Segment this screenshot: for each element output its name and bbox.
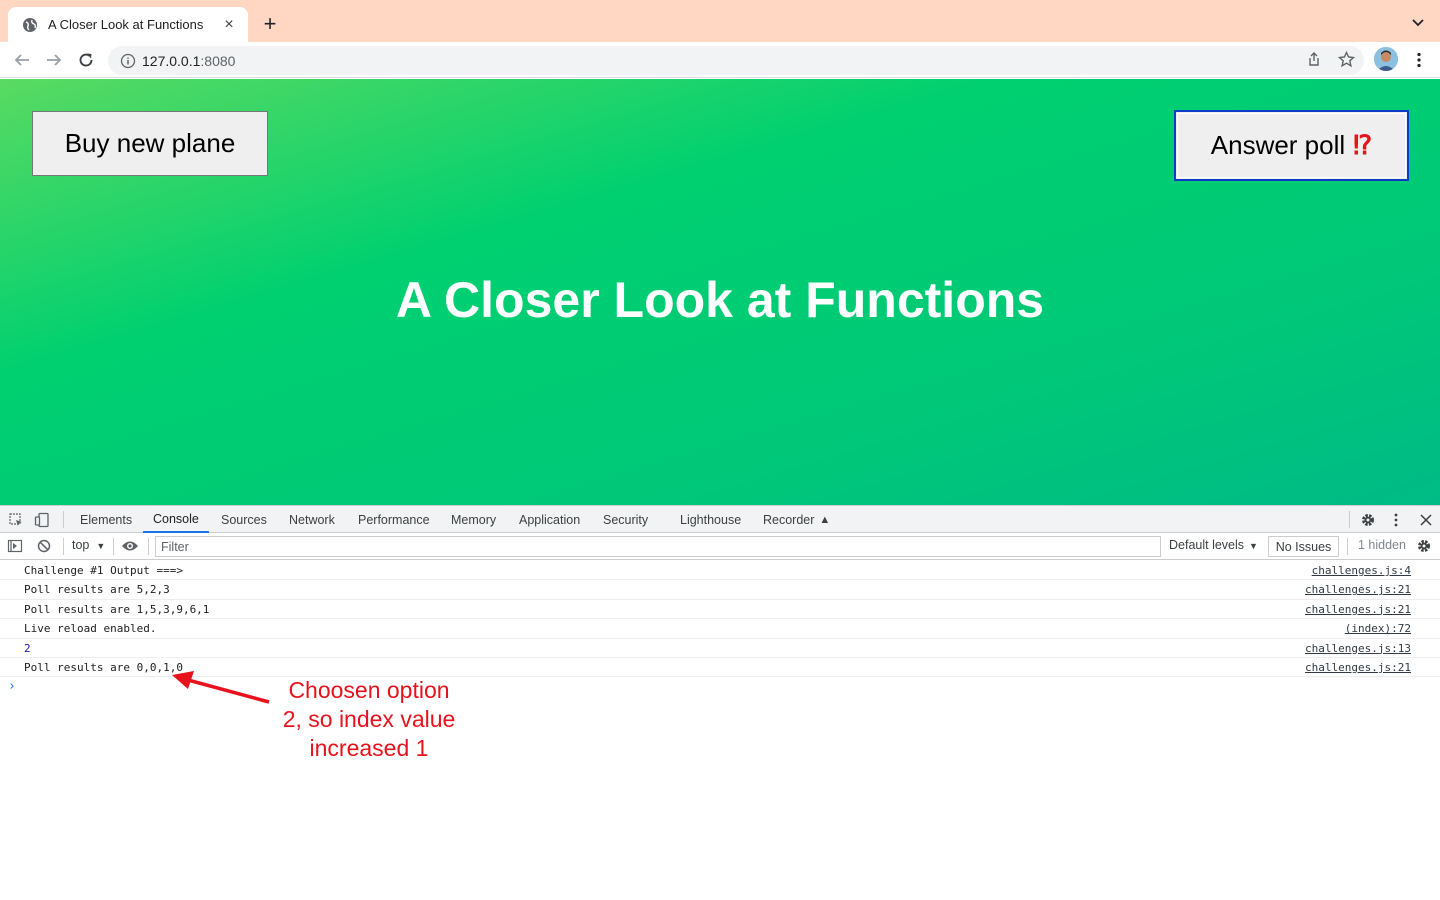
console-filter-input[interactable]: Filter xyxy=(155,536,1161,557)
page-viewport: Buy new plane Answer poll ⁉ A Closer Look… xyxy=(0,79,1440,505)
reload-icon[interactable] xyxy=(75,49,97,71)
browser-menu-icon[interactable] xyxy=(1409,49,1429,71)
tab-console[interactable]: Console xyxy=(143,506,209,533)
console-row: Challenge #1 Output ===> challenges.js:4 xyxy=(0,561,1440,581)
console-message: Poll results are 0,0,1,0 xyxy=(24,660,183,674)
console-row: 2 challenges.js:13 xyxy=(0,639,1440,658)
device-toolbar-icon[interactable] xyxy=(33,511,51,529)
browser-tab[interactable]: A Closer Look at Functions × xyxy=(8,7,248,42)
console-message: 2 xyxy=(24,641,31,655)
new-tab-button[interactable]: + xyxy=(258,11,282,36)
source-link[interactable]: challenges.js:21 xyxy=(1305,661,1411,674)
share-icon[interactable] xyxy=(1304,49,1324,69)
context-select[interactable]: top ▼ xyxy=(72,538,105,552)
annotation-line: 2, so index value xyxy=(282,706,456,732)
profile-avatar[interactable] xyxy=(1374,47,1398,71)
dropdown-arrow-icon: ▼ xyxy=(96,541,106,551)
console-row: Live reload enabled. (index):72 xyxy=(0,619,1440,639)
tab-application[interactable]: Application xyxy=(519,506,580,533)
tab-recorder-label: Recorder xyxy=(763,512,815,527)
close-tab-icon[interactable]: × xyxy=(220,16,238,34)
source-link[interactable]: challenges.js:21 xyxy=(1305,603,1411,616)
buy-new-plane-button[interactable]: Buy new plane xyxy=(32,111,268,176)
url-port: :8080 xyxy=(200,52,236,69)
log-levels-select[interactable]: Default levels ▼ xyxy=(1169,538,1258,552)
clear-console-icon[interactable] xyxy=(35,537,53,555)
url-host: 127.0.0.1 xyxy=(142,52,201,69)
devtools-tab-bar: Elements Console Sources Network Perform… xyxy=(0,505,1440,533)
address-bar[interactable]: 127.0.0.1:8080 xyxy=(108,46,1364,75)
log-levels-label: Default levels xyxy=(1169,538,1245,552)
issues-button[interactable]: No Issues xyxy=(1268,536,1339,557)
sidebar-toggle-icon[interactable] xyxy=(6,537,24,555)
flask-icon: ▲ xyxy=(819,513,831,526)
tab-title: A Closer Look at Functions xyxy=(48,17,204,32)
tab-network[interactable]: Network xyxy=(289,506,335,533)
source-link[interactable]: challenges.js:4 xyxy=(1312,564,1411,577)
console-message: Challenge #1 Output ===> xyxy=(24,564,183,577)
source-link[interactable]: challenges.js:21 xyxy=(1305,583,1411,596)
tab-security[interactable]: Security xyxy=(603,506,648,533)
exclamation-question-icon: ⁉ xyxy=(1353,130,1373,160)
devtools-menu-icon[interactable] xyxy=(1387,511,1405,529)
console-settings-gear-icon[interactable] xyxy=(1415,537,1433,555)
live-expression-eye-icon[interactable] xyxy=(121,537,139,555)
tab-lighthouse[interactable]: Lighthouse xyxy=(680,506,741,533)
site-info-icon[interactable] xyxy=(120,53,136,69)
forward-icon[interactable] xyxy=(43,49,65,71)
source-link[interactable]: (index):72 xyxy=(1345,622,1411,635)
annotation-line: increased 1 xyxy=(309,735,429,761)
answer-poll-button[interactable]: Answer poll ⁉ xyxy=(1174,110,1409,181)
prompt-chevron-icon: › xyxy=(8,679,16,695)
annotation-line: Choosen option xyxy=(288,677,450,703)
context-select-label: top xyxy=(72,538,90,552)
tab-sources[interactable]: Sources xyxy=(221,506,267,533)
tab-strip: A Closer Look at Functions × + xyxy=(0,0,1440,42)
settings-gear-icon[interactable] xyxy=(1359,511,1377,529)
console-row: Poll results are 1,5,3,9,6,1 challenges.… xyxy=(0,600,1440,620)
globe-icon xyxy=(22,17,38,33)
console-message: Poll results are 5,2,3 xyxy=(24,583,170,597)
browser-toolbar: 127.0.0.1:8080 xyxy=(0,42,1440,78)
console-row: Poll results are 5,2,3 challenges.js:21 xyxy=(0,580,1440,600)
inspect-element-icon[interactable] xyxy=(7,511,25,529)
hidden-messages-count: 1 hidden xyxy=(1358,538,1406,552)
tab-elements[interactable]: Elements xyxy=(80,506,132,533)
tab-performance[interactable]: Performance xyxy=(358,506,430,533)
page-heading: A Closer Look at Functions xyxy=(395,272,1045,328)
console-message: Poll results are 1,5,3,9,6,1 xyxy=(24,602,210,616)
tab-recorder[interactable]: Recorder ▲ xyxy=(763,506,830,533)
bookmark-star-icon[interactable] xyxy=(1336,49,1356,69)
annotation-text: Choosen option 2, so index value increas… xyxy=(255,676,483,763)
tab-memory[interactable]: Memory xyxy=(451,506,496,533)
console-toolbar: top ▼ Filter Default levels ▼ No Issues 1 … xyxy=(0,533,1440,560)
back-icon[interactable] xyxy=(11,49,33,71)
answer-poll-label: Answer poll xyxy=(1210,130,1346,160)
close-devtools-icon[interactable] xyxy=(1417,511,1435,529)
console-message: Live reload enabled. xyxy=(24,622,157,636)
source-link[interactable]: challenges.js:13 xyxy=(1305,642,1411,655)
dropdown-arrow-icon: ▼ xyxy=(1249,541,1258,551)
tab-search-chevron-icon[interactable] xyxy=(1410,14,1426,30)
